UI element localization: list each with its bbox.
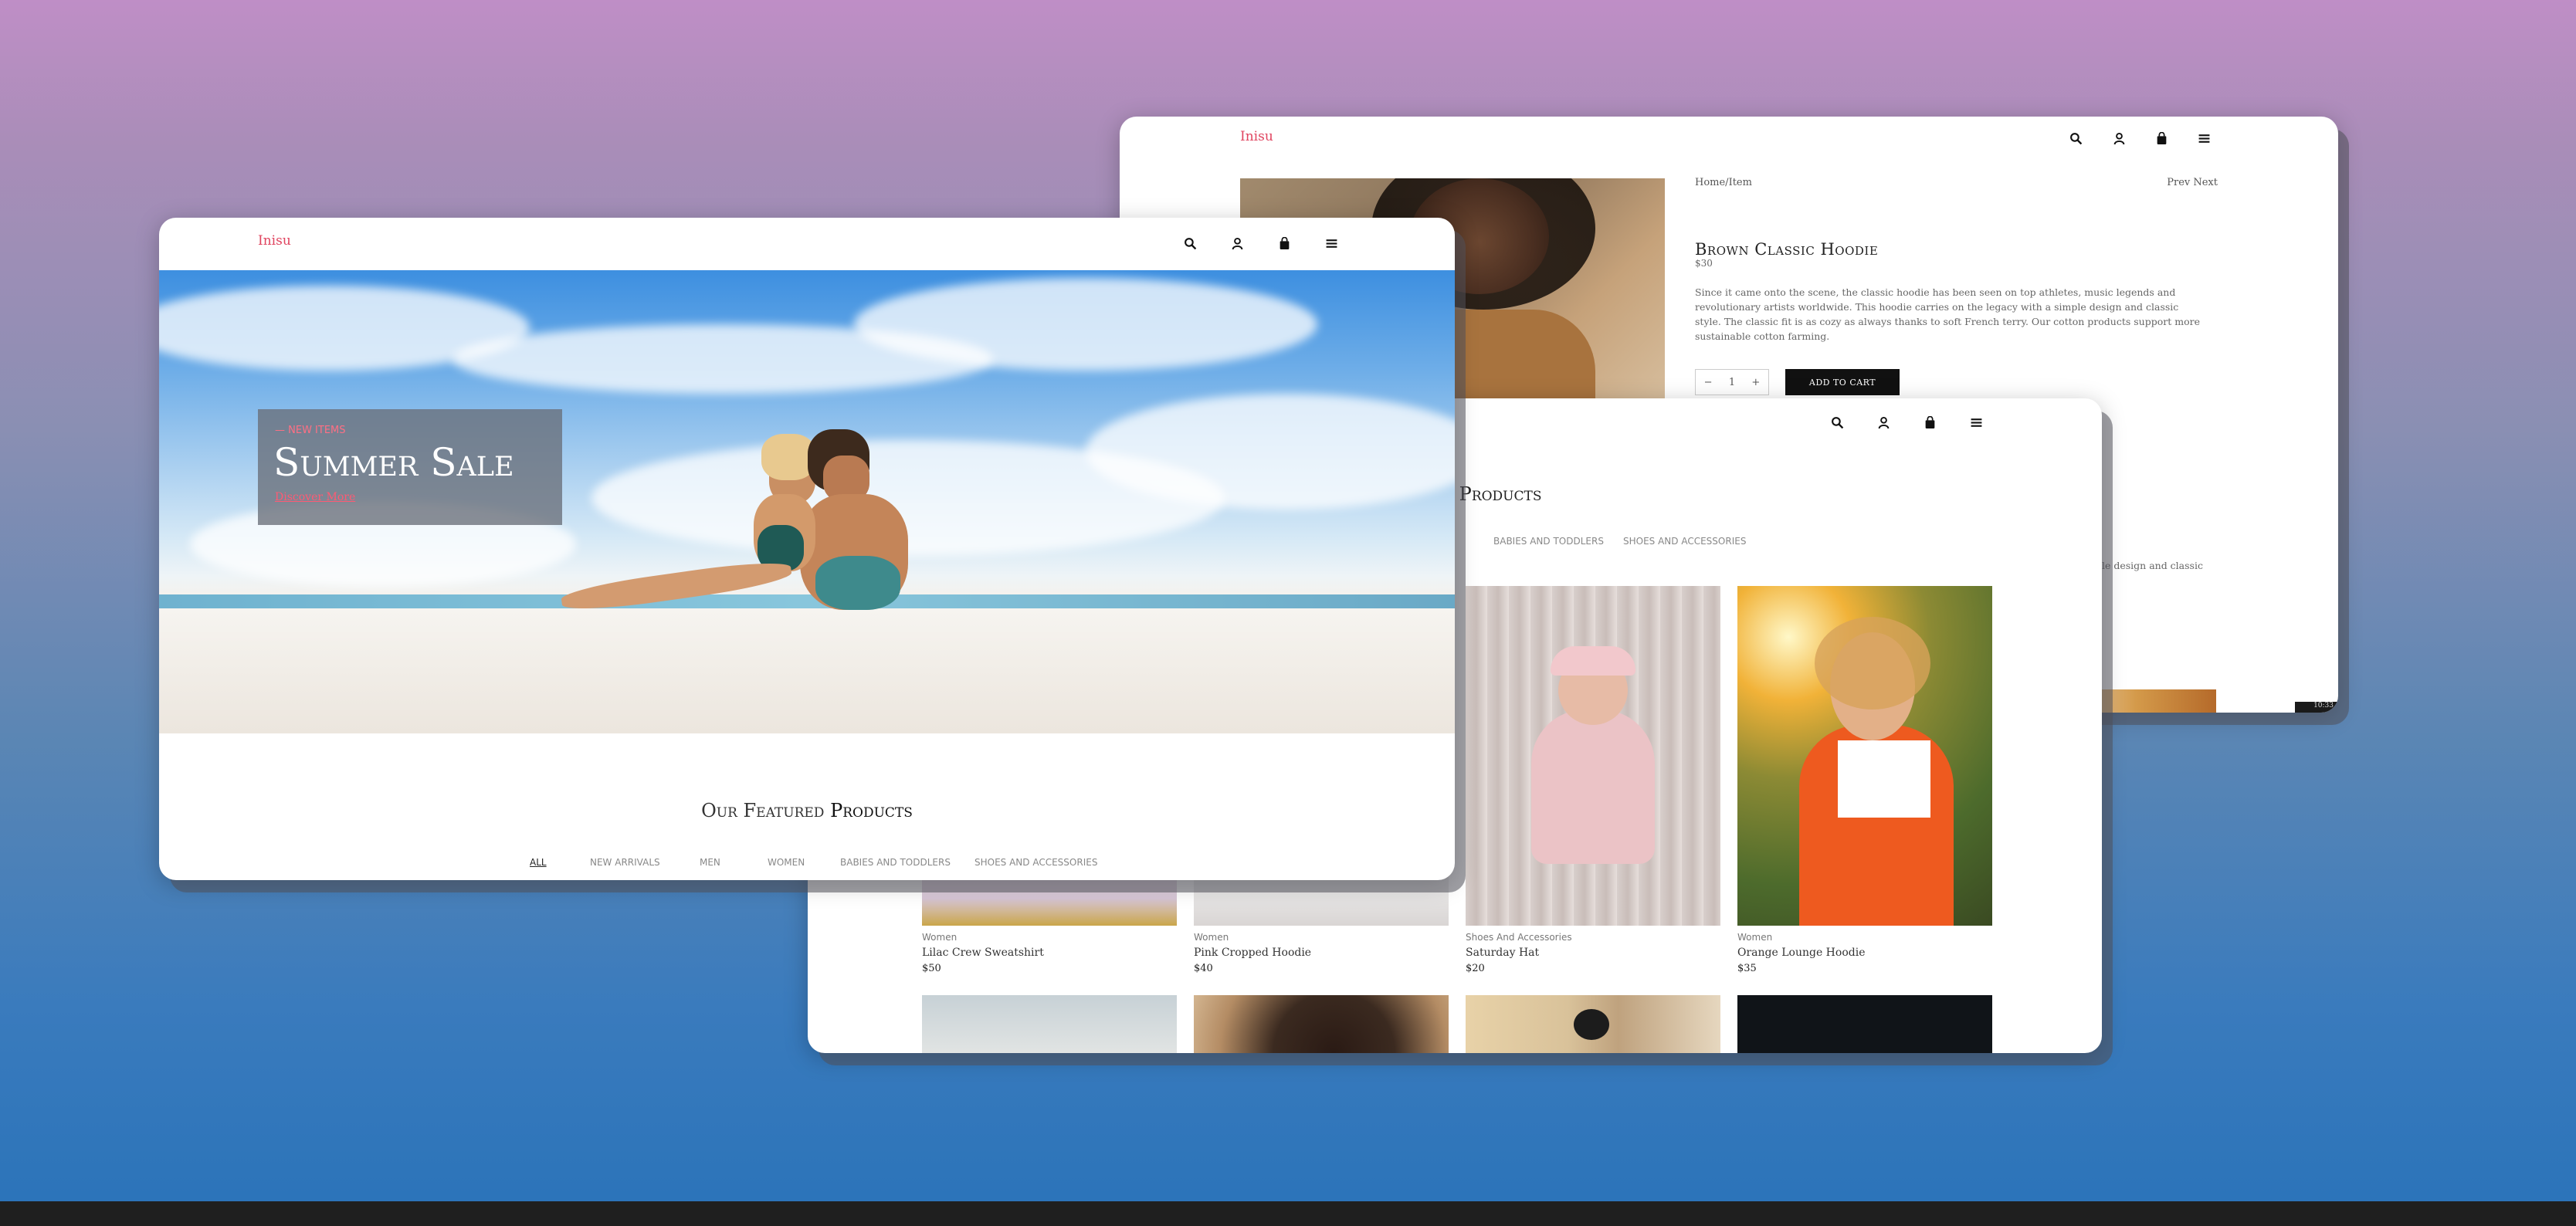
logo[interactable]: Inisu <box>258 233 291 249</box>
clock: 10:33 <box>2295 702 2338 713</box>
hero-kicker: — NEW ITEMS <box>275 425 346 436</box>
bag-icon[interactable] <box>1274 233 1294 253</box>
heading-emphasis: Products <box>830 800 913 821</box>
filter-tab-women[interactable]: WOMEN <box>768 857 805 868</box>
filter-tab-babies[interactable]: BABIES AND TODDLERS <box>840 857 951 868</box>
taskbar <box>0 1201 2576 1226</box>
search-icon[interactable] <box>1827 412 1847 432</box>
menu-icon[interactable] <box>1966 412 1986 432</box>
filter-tab-babies[interactable]: BABIES AND TODDLERS <box>1493 536 1604 547</box>
product-image[interactable] <box>1466 586 1720 926</box>
search-icon[interactable] <box>1180 233 1200 253</box>
product-image[interactable] <box>1737 586 1992 926</box>
product-title: Brown Classic Hoodie <box>1695 240 1879 259</box>
section-heading: Our Featured Products <box>159 800 1455 821</box>
product-name[interactable]: Orange Lounge Hoodie <box>1737 947 1865 959</box>
navbar: Inisu <box>159 218 1455 269</box>
product-price: $40 <box>1194 963 1213 974</box>
user-icon[interactable] <box>1227 233 1247 253</box>
product-image[interactable] <box>1466 995 1720 1053</box>
search-icon[interactable] <box>2066 128 2086 148</box>
product-name[interactable]: Saturday Hat <box>1466 947 1539 959</box>
product-category: Women <box>1194 932 1229 943</box>
user-icon[interactable] <box>1873 412 1893 432</box>
hero-promo-card: — NEW ITEMS Summer Sale Discover More <box>258 409 562 525</box>
menu-icon[interactable] <box>2194 128 2214 148</box>
filter-tab-shoes[interactable]: SHOES AND ACCESSORIES <box>974 857 1097 868</box>
prev-next-links[interactable]: Prev Next <box>2167 177 2218 188</box>
product-image[interactable] <box>1194 995 1449 1053</box>
filter-tab-new-arrivals[interactable]: NEW ARRIVALS <box>590 857 660 868</box>
qty-value: 1 <box>1728 376 1736 388</box>
description-fragment: ple design and classic <box>2096 560 2203 571</box>
qty-plus-button[interactable]: + <box>1751 377 1760 388</box>
filter-tab-shoes[interactable]: SHOES AND ACCESSORIES <box>1623 536 1746 547</box>
product-category: Shoes And Accessories <box>1466 932 1572 943</box>
product-category: Women <box>1737 932 1773 943</box>
bag-icon[interactable] <box>2151 128 2171 148</box>
product-name[interactable]: Pink Cropped Hoodie <box>1194 947 1311 959</box>
filter-tab-all[interactable]: ALL <box>530 857 547 868</box>
product-price: $35 <box>1737 963 1757 974</box>
product-category: Women <box>922 932 958 943</box>
filter-tab-men[interactable]: MEN <box>700 857 720 868</box>
breadcrumb[interactable]: Home/Item <box>1695 177 1752 188</box>
product-image[interactable] <box>922 995 1177 1053</box>
bag-icon[interactable] <box>1920 412 1940 432</box>
hero-title: Summer Sale <box>273 440 514 485</box>
discover-more-link[interactable]: Discover More <box>275 491 355 503</box>
navbar: Inisu <box>1120 117 2338 168</box>
home-window: Inisu — NEW ITEMS Summer Sale Discover M… <box>159 218 1455 880</box>
product-image[interactable] <box>1737 995 1992 1053</box>
add-to-cart-button[interactable]: ADD TO CART <box>1785 369 1900 395</box>
product-price: $30 <box>1695 258 1713 269</box>
product-description: Since it came onto the scene, the classi… <box>1695 286 2200 342</box>
user-icon[interactable] <box>2109 128 2129 148</box>
menu-icon[interactable] <box>1321 233 1341 253</box>
logo[interactable]: Inisu <box>1240 129 1273 144</box>
heading-prefix: Our Featured <box>701 800 831 821</box>
product-name[interactable]: Lilac Crew Sweatshirt <box>922 947 1044 959</box>
qty-minus-button[interactable]: − <box>1704 377 1713 388</box>
product-price: $20 <box>1466 963 1485 974</box>
quantity-stepper[interactable]: − 1 + <box>1695 369 1769 395</box>
product-price: $50 <box>922 963 941 974</box>
